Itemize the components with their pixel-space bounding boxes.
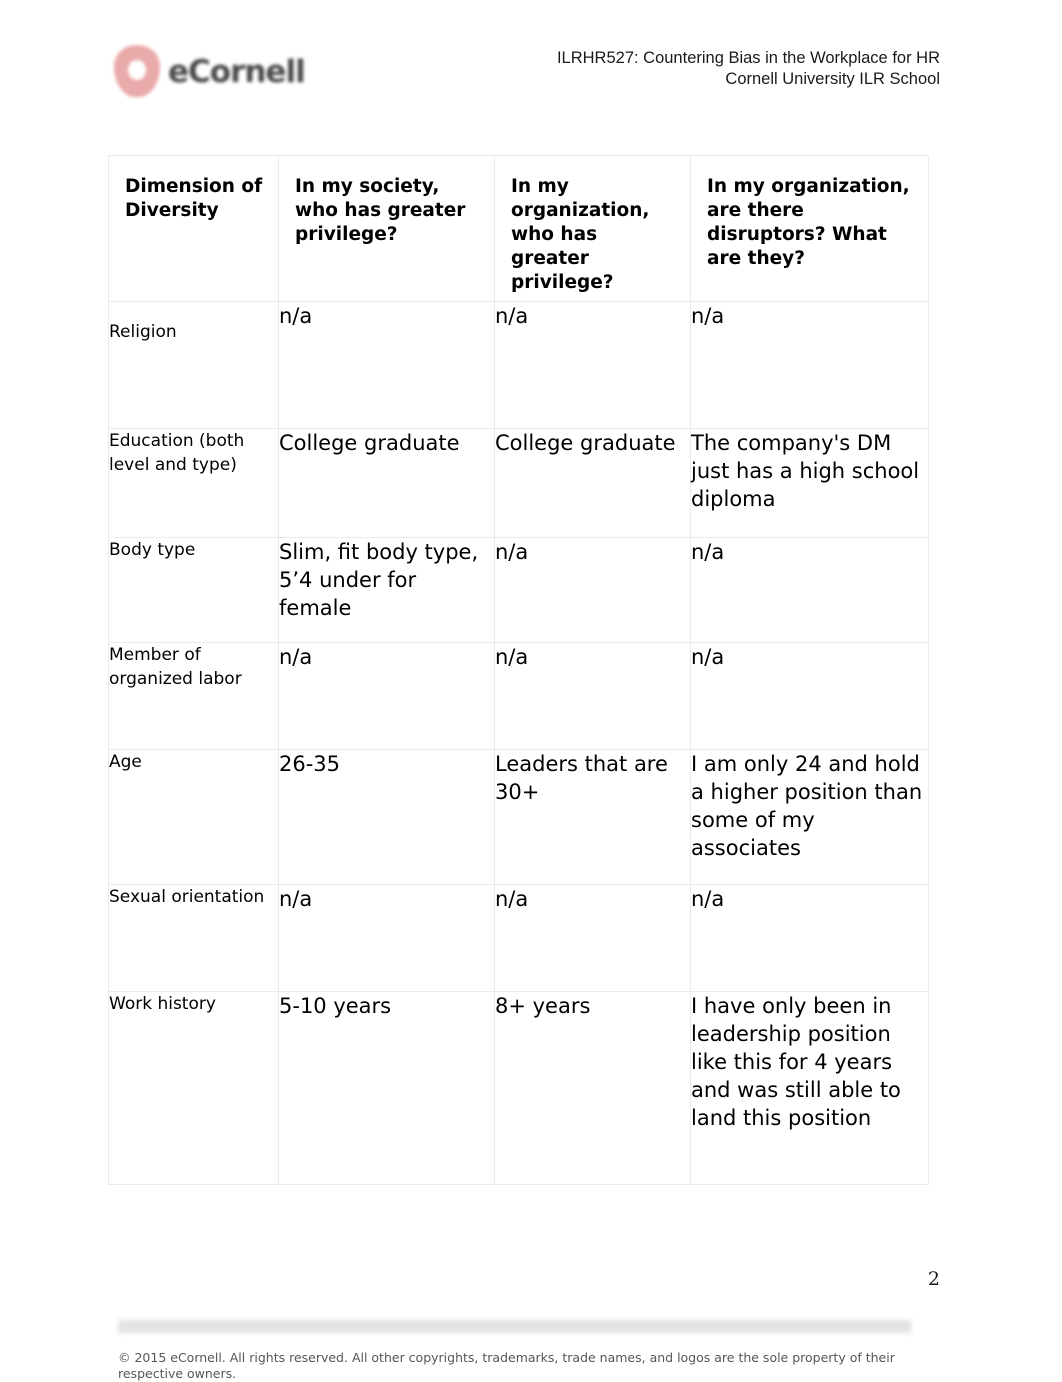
diversity-table-container: Dimension of Diversity In my society, wh… — [108, 155, 929, 1185]
cell-dimension: Education (both level and type) — [108, 428, 279, 538]
table-row: Member of organized labor n/a n/a n/a — [108, 642, 929, 750]
column-header-dimension: Dimension of Diversity — [108, 155, 279, 302]
cell-dimension: Member of organized labor — [108, 642, 279, 750]
cell-society-privilege: College graduate — [278, 428, 495, 538]
page-number: 2 — [927, 1268, 940, 1290]
cell-society-privilege: 5-10 years — [278, 991, 495, 1185]
column-header-org-privilege: In my organization, who has greater priv… — [494, 155, 691, 302]
cell-disruptors: I am only 24 and hold a higher position … — [690, 749, 929, 885]
cell-org-privilege: 8+ years — [494, 991, 691, 1185]
header-course-title: ILRHR527: Countering Bias in the Workpla… — [556, 49, 940, 67]
ecornell-shield-logo-icon — [112, 43, 164, 101]
ecornell-logo: eCornell — [112, 40, 312, 104]
table-header-row: Dimension of Diversity In my society, wh… — [108, 155, 929, 302]
cell-disruptors: n/a — [690, 642, 929, 750]
footer-divider — [118, 1320, 911, 1333]
cell-org-privilege: Leaders that are 30+ — [494, 749, 691, 885]
shield-inner-dot — [128, 60, 146, 80]
cell-society-privilege: n/a — [278, 301, 495, 429]
cell-society-privilege: Slim, fit body type, 5’4 under for femal… — [278, 537, 495, 643]
table-row: Religion n/a n/a n/a — [108, 301, 929, 429]
cell-dimension: Body type — [108, 537, 279, 643]
cell-disruptors: The company's DM just has a high school … — [690, 428, 929, 538]
cell-society-privilege: n/a — [278, 884, 495, 992]
column-header-society-privilege: In my society, who has greater privilege… — [278, 155, 495, 302]
table-row: Work history 5-10 years 8+ years I have … — [108, 991, 929, 1185]
header-course-info: ILRHR527: Countering Bias in the Workpla… — [557, 48, 940, 90]
table-row: Body type Slim, fit body type, 5’4 under… — [108, 537, 929, 643]
cell-dimension: Religion — [108, 301, 279, 429]
cell-org-privilege: n/a — [494, 537, 691, 643]
cell-dimension: Sexual orientation — [108, 884, 279, 992]
page-header: eCornell ILRHR527: Countering Bias in th… — [0, 34, 1062, 114]
table-row: Age 26-35 Leaders that are 30+ I am only… — [108, 749, 929, 885]
cell-disruptors: I have only been in leadership position … — [690, 991, 929, 1185]
header-school-name: Cornell University ILR School — [725, 70, 940, 88]
cell-org-privilege: n/a — [494, 642, 691, 750]
cell-dimension: Age — [108, 749, 279, 885]
cell-org-privilege: n/a — [494, 884, 691, 992]
footer-copyright: © 2015 eCornell. All rights reserved. Al… — [118, 1350, 895, 1381]
table-row: Sexual orientation n/a n/a n/a — [108, 884, 929, 992]
cell-org-privilege: n/a — [494, 301, 691, 429]
cell-disruptors: n/a — [690, 884, 929, 992]
cell-society-privilege: n/a — [278, 642, 495, 750]
cell-disruptors: n/a — [690, 537, 929, 643]
ecornell-wordmark: eCornell — [168, 54, 306, 90]
column-header-disruptors: In my organization, are there disruptors… — [690, 155, 929, 302]
cell-dimension: Work history — [108, 991, 279, 1185]
cell-disruptors: n/a — [690, 301, 929, 429]
cell-society-privilege: 26-35 — [278, 749, 495, 885]
cell-org-privilege: College graduate — [494, 428, 691, 538]
diversity-dimensions-table: Dimension of Diversity In my society, wh… — [108, 155, 929, 1185]
table-row: Education (both level and type) College … — [108, 428, 929, 538]
